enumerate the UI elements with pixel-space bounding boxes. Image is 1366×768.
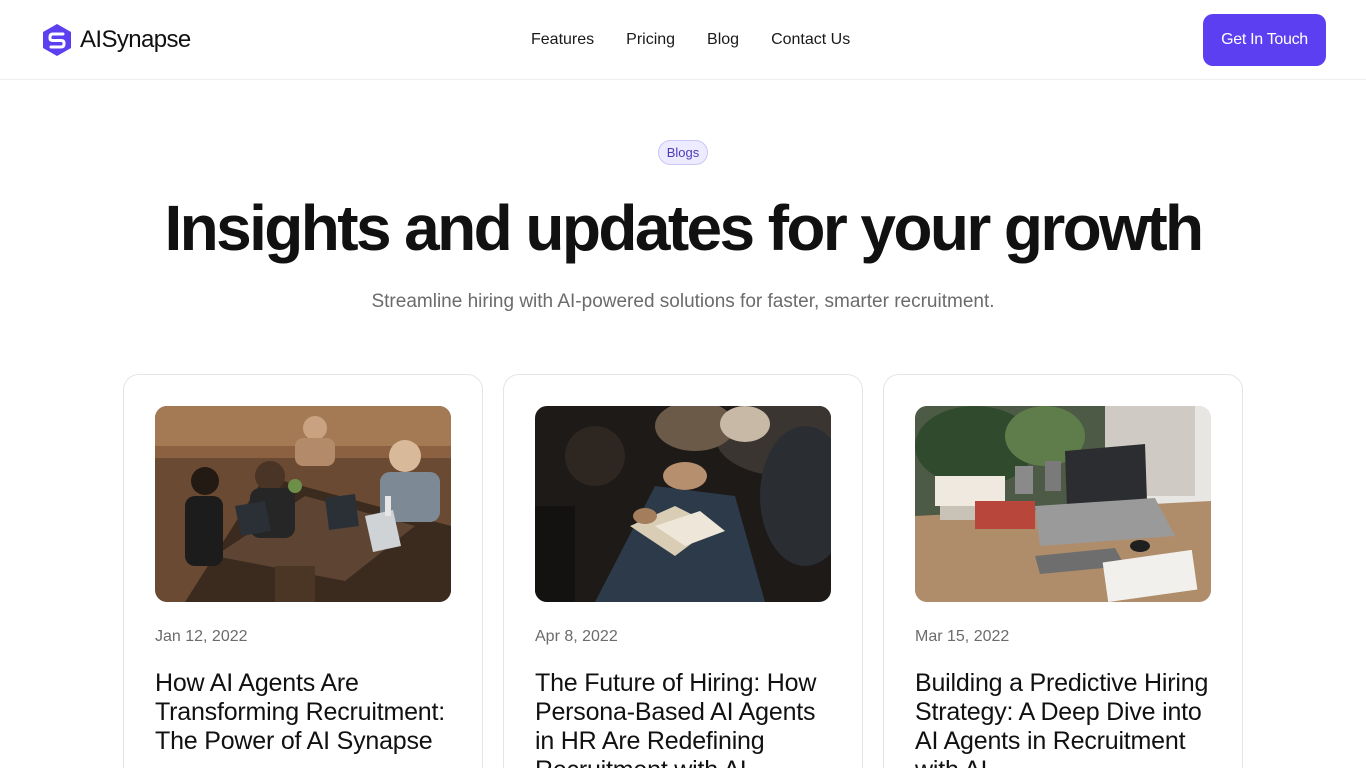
blog-card-title[interactable]: The Future of Hiring: How Persona-Based …	[535, 669, 835, 768]
blog-card-date: Apr 8, 2022	[535, 628, 618, 645]
nav-link-pricing[interactable]: Pricing	[626, 30, 675, 50]
site-header: AISynapse Features Pricing Blog Contact …	[0, 0, 1366, 80]
blog-card-date: Jan 12, 2022	[155, 628, 248, 645]
page-subtitle: Streamline hiring with AI-powered soluti…	[371, 291, 995, 312]
blog-card-date: Mar 15, 2022	[915, 628, 1010, 645]
desk-workspace-with-laptop-photo	[915, 406, 1211, 602]
main-nav: Features Pricing Blog Contact Us	[531, 30, 882, 50]
brand-logo[interactable]: AISynapse	[40, 23, 191, 57]
blog-card[interactable]: Apr 8, 2022 The Future of Hiring: How Pe…	[503, 374, 863, 768]
blog-card-title[interactable]: How AI Agents Are Transforming Recruitme…	[155, 669, 455, 756]
blog-card-image[interactable]	[915, 406, 1211, 602]
blog-card-image[interactable]	[155, 406, 451, 602]
nav-link-blog[interactable]: Blog	[707, 30, 739, 50]
brand-name: AISynapse	[80, 26, 191, 53]
nav-link-features[interactable]: Features	[531, 30, 594, 50]
blog-card[interactable]: Mar 15, 2022 Building a Predictive Hirin…	[883, 374, 1243, 768]
section-badge: Blogs	[658, 140, 708, 165]
team-working-on-laptops-photo	[155, 406, 451, 602]
nav-link-contact-us[interactable]: Contact Us	[771, 30, 850, 50]
get-in-touch-button[interactable]: Get In Touch	[1203, 14, 1326, 66]
page-title: Insights and updates for your growth	[164, 192, 1204, 264]
blog-card[interactable]: Jan 12, 2022 How AI Agents Are Transform…	[123, 374, 483, 768]
blog-card-image[interactable]	[535, 406, 831, 602]
logo-icon	[43, 24, 71, 56]
blog-card-title[interactable]: Building a Predictive Hiring Strategy: A…	[915, 669, 1215, 768]
audience-with-notebook-photo	[535, 406, 831, 602]
